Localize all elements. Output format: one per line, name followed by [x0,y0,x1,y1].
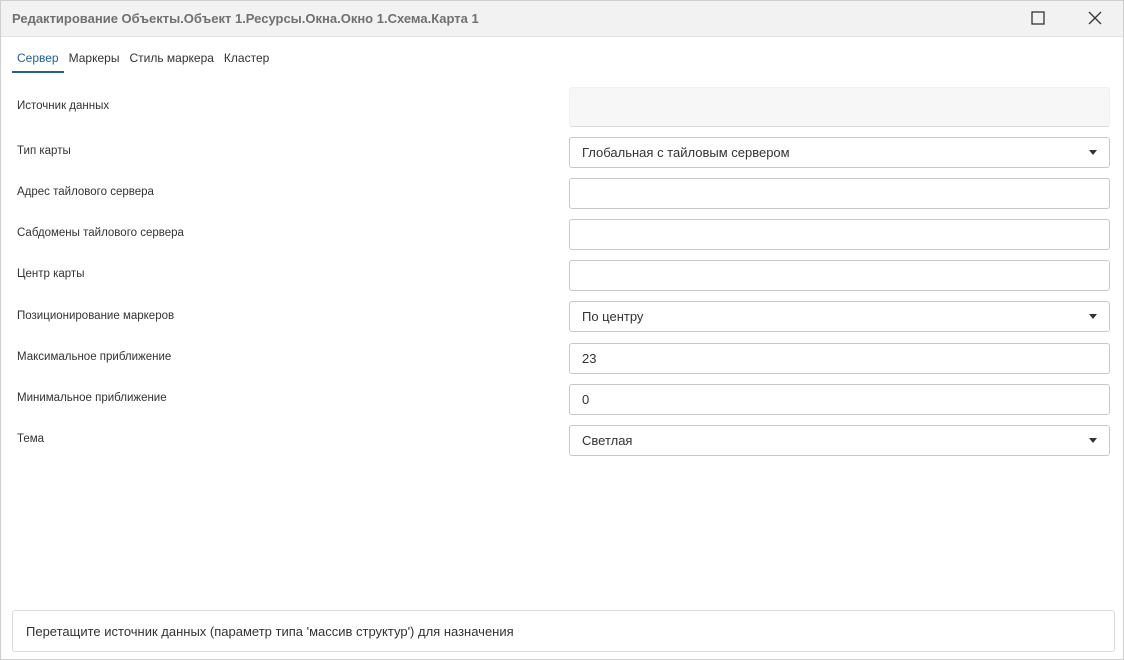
min-zoom-label: Минимальное приближение [17,392,167,404]
title-bar: Редактирование Объекты.Объект 1.Ресурсы.… [1,1,1123,37]
tab-marker-style[interactable]: Стиль маркера [124,45,218,73]
theme-label: Тема [17,433,45,445]
map-type-label: Тип карты [17,145,71,157]
chevron-down-icon [1089,314,1097,319]
theme-value: Светлая [582,433,633,448]
theme-select[interactable]: Светлая [569,425,1110,456]
map-type-value: Глобальная с тайловым сервером [582,145,790,160]
marker-positioning-value: По центру [582,309,644,324]
max-zoom-label: Максимальное приближение [17,351,172,363]
tab-markers[interactable]: Маркеры [64,45,125,73]
chevron-down-icon [1089,150,1097,155]
data-source-field[interactable] [569,87,1110,127]
window-title: Редактирование Объекты.Объект 1.Ресурсы.… [12,11,479,26]
tab-bar: Сервер Маркеры Стиль маркера Кластер [12,45,274,73]
maximize-button[interactable] [1027,8,1049,30]
close-icon [1088,11,1102,25]
map-center-input[interactable] [569,260,1110,291]
edit-dialog: Редактирование Объекты.Объект 1.Ресурсы.… [0,0,1124,660]
tile-server-address-label: Адрес тайлового сервера [17,186,154,198]
tile-server-subdomains-label: Сабдомены тайлового сервера [17,227,184,239]
data-source-drop-zone[interactable]: Перетащите источник данных (параметр тип… [12,610,1115,652]
max-zoom-input[interactable]: 23 [569,343,1110,374]
data-source-label: Источник данных [17,100,110,112]
tile-server-subdomains-input[interactable] [569,219,1110,250]
chevron-down-icon [1089,438,1097,443]
marker-positioning-select[interactable]: По центру [569,301,1110,332]
close-button[interactable] [1084,8,1106,30]
tile-server-address-input[interactable] [569,178,1110,209]
tab-server[interactable]: Сервер [12,45,64,73]
map-center-label: Центр карты [17,268,85,280]
maximize-icon [1031,11,1045,25]
min-zoom-input[interactable]: 0 [569,384,1110,415]
marker-positioning-label: Позиционирование маркеров [17,310,175,322]
tab-cluster[interactable]: Кластер [219,45,274,73]
map-type-select[interactable]: Глобальная с тайловым сервером [569,137,1110,168]
